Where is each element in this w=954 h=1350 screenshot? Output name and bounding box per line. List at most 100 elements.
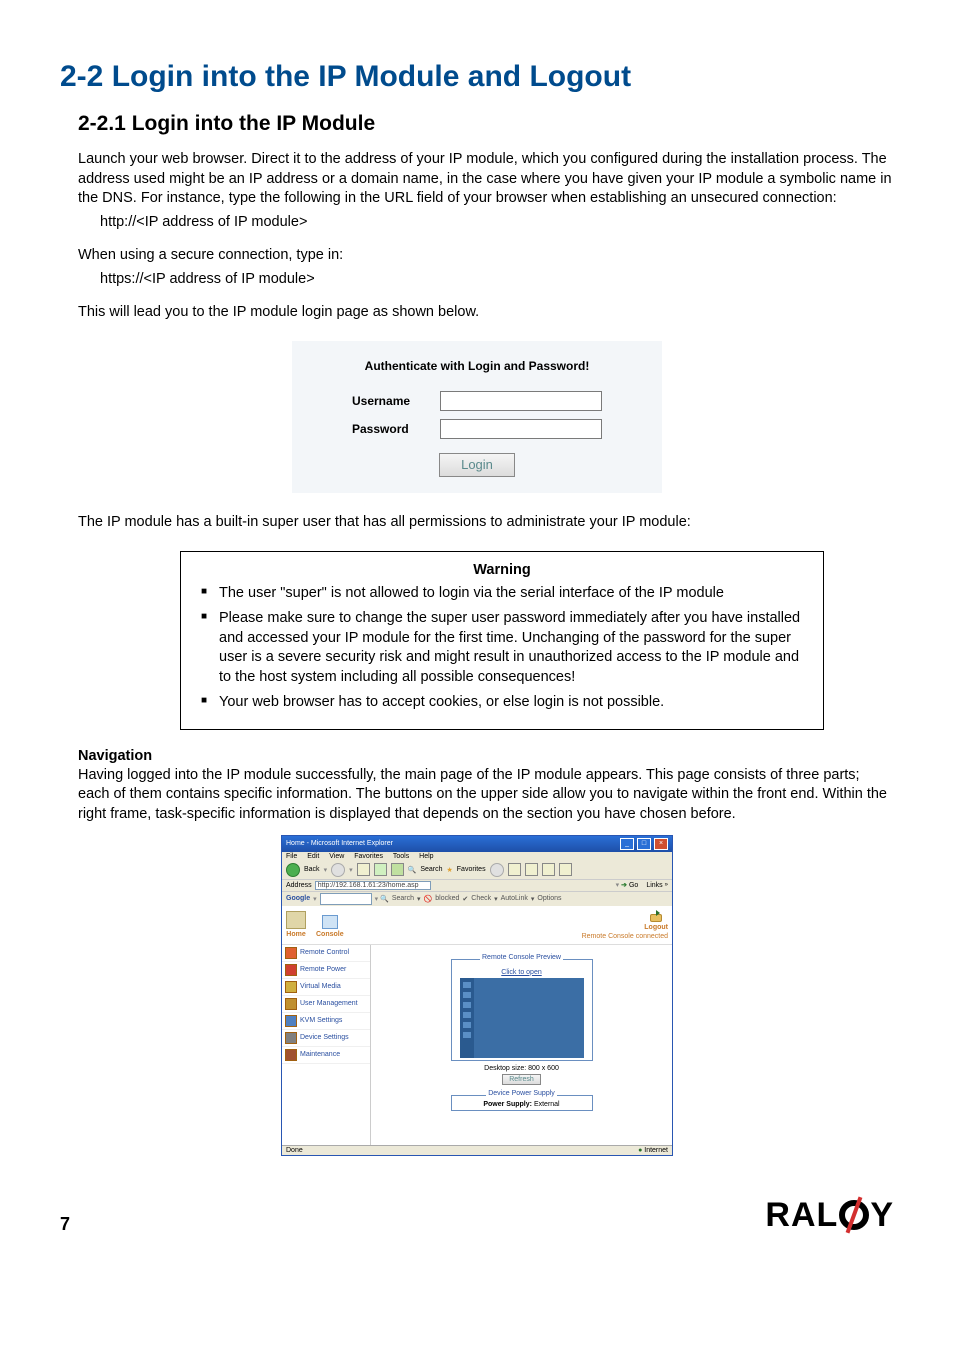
forward-icon[interactable] <box>331 863 345 877</box>
logo-text-post: Y <box>870 1196 894 1235</box>
warning-box: Warning The user "super" is not allowed … <box>180 551 824 730</box>
sidebar-user-management[interactable]: User Management <box>282 996 370 1013</box>
google-search-input[interactable] <box>320 893 372 905</box>
password-label: Password <box>352 422 432 436</box>
kvm-settings-icon <box>285 1015 297 1027</box>
sidebar-maintenance[interactable]: Maintenance <box>282 1047 370 1064</box>
subsection-heading: 2-2.1 Login into the IP Module <box>78 112 894 136</box>
desktop-size: Desktop size: 800 x 600 <box>379 1065 664 1072</box>
main-page-screenshot: Home - Microsoft Internet Explorer _ □ ×… <box>281 835 673 1156</box>
paragraph-2: When using a secure connection, type in: <box>78 246 894 266</box>
stop-icon[interactable] <box>357 863 370 876</box>
power-supply-title: Device Power Supply <box>486 1090 557 1097</box>
warning-item-3: Your web browser has to accept cookies, … <box>199 693 805 713</box>
menu-favorites[interactable]: Favorites <box>354 853 383 860</box>
login-button[interactable]: Login <box>439 453 515 477</box>
google-toolbar: Google ▾ ▾ 🔍Search ▾ 🚫blocked ✔Check ▾ A… <box>282 891 672 906</box>
warning-item-1: The user "super" is not allowed to login… <box>199 584 805 604</box>
address-label: Address <box>286 882 312 889</box>
status-left: Done <box>286 1147 303 1154</box>
paragraph-4: The IP module has a built-in super user … <box>78 513 894 533</box>
toolbar-favorites[interactable]: Favorites <box>457 866 486 873</box>
address-input[interactable]: http://192.168.1.61:23/home.asp <box>315 881 431 890</box>
window-title: Home - Microsoft Internet Explorer <box>286 840 393 847</box>
menu-edit[interactable]: Edit <box>307 853 319 860</box>
sidebar-kvm-settings[interactable]: KVM Settings <box>282 1013 370 1030</box>
warning-title: Warning <box>199 562 805 578</box>
refresh-button[interactable]: Refresh <box>502 1074 541 1085</box>
menu-help[interactable]: Help <box>419 853 433 860</box>
login-title: Authenticate with Login and Password! <box>292 359 662 373</box>
mail-icon[interactable] <box>508 863 521 876</box>
google-search[interactable]: Search <box>392 895 414 902</box>
window-controls: _ □ × <box>619 838 668 850</box>
menu-tools[interactable]: Tools <box>393 853 409 860</box>
username-input[interactable] <box>440 391 602 411</box>
preview-link[interactable]: Click to open <box>452 969 592 976</box>
power-supply-value: External <box>534 1101 560 1108</box>
sidebar-remote-control[interactable]: Remote Control <box>282 945 370 962</box>
power-supply-label: Power Supply: <box>483 1101 532 1108</box>
connection-status: Remote Console connected <box>582 933 668 940</box>
google-label: Google <box>286 895 310 902</box>
console-label: Console <box>316 931 344 938</box>
window-titlebar: Home - Microsoft Internet Explorer _ □ × <box>282 836 672 852</box>
logout-icon[interactable] <box>649 910 663 922</box>
go-icon[interactable]: ➔ <box>621 881 627 889</box>
status-bar: Done ● Internet <box>282 1145 672 1155</box>
paragraph-1: Launch your web browser. Direct it to th… <box>78 150 894 209</box>
home-label: Home <box>286 931 305 938</box>
page-footer: 7 RAL Y <box>60 1196 894 1235</box>
google-options[interactable]: Options <box>537 895 561 902</box>
login-screenshot: Authenticate with Login and Password! Us… <box>292 341 662 493</box>
address-bar: Address http://192.168.1.61:23/home.asp … <box>282 879 672 891</box>
menu-bar: File Edit View Favorites Tools Help <box>282 852 672 861</box>
remote-control-icon <box>285 947 297 959</box>
console-icon[interactable] <box>322 915 338 929</box>
go-label: Go <box>629 882 638 889</box>
print-icon[interactable] <box>525 863 538 876</box>
navigation-heading: Navigation <box>78 748 894 764</box>
warning-item-2: Please make sure to change the super use… <box>199 609 805 687</box>
app-topbar: Home Console Logout Remote Console conne… <box>282 906 672 945</box>
close-icon[interactable]: × <box>654 838 668 850</box>
minimize-icon[interactable]: _ <box>620 838 634 850</box>
toolbar-search[interactable]: Search <box>420 866 442 873</box>
preview-thumbnail[interactable] <box>460 978 584 1058</box>
device-settings-icon <box>285 1032 297 1044</box>
back-label: Back <box>304 866 320 873</box>
raloy-logo: RAL Y <box>765 1196 894 1235</box>
section-heading: 2-2 Login into the IP Module and Logout <box>60 60 894 94</box>
google-check[interactable]: Check <box>471 895 491 902</box>
paragraph-3: This will lead you to the IP module logi… <box>78 303 894 323</box>
back-icon[interactable] <box>286 863 300 877</box>
refresh-icon[interactable] <box>374 863 387 876</box>
history-icon[interactable] <box>490 863 504 877</box>
sidebar: Remote Control Remote Power Virtual Medi… <box>282 945 371 1145</box>
main-panel: Remote Console Preview Click to open Des… <box>371 945 672 1145</box>
home-icon[interactable] <box>391 863 404 876</box>
logo-text-pre: RAL <box>765 1196 838 1235</box>
power-supply-frame: Device Power Supply Power Supply: Extern… <box>451 1095 593 1111</box>
maximize-icon[interactable]: □ <box>637 838 651 850</box>
sidebar-remote-power[interactable]: Remote Power <box>282 962 370 979</box>
home-icon[interactable] <box>286 911 306 929</box>
virtual-media-icon <box>285 981 297 993</box>
sidebar-virtual-media[interactable]: Virtual Media <box>282 979 370 996</box>
edit-icon[interactable] <box>542 863 555 876</box>
links-label[interactable]: Links <box>646 882 662 889</box>
paragraph-1-url: http://<IP address of IP module> <box>100 213 894 233</box>
menu-file[interactable]: File <box>286 853 297 860</box>
logout-label: Logout <box>644 924 668 931</box>
password-input[interactable] <box>440 419 602 439</box>
username-label: Username <box>352 394 432 408</box>
google-autolink[interactable]: AutoLink <box>501 895 528 902</box>
internet-icon: ● <box>638 1147 642 1154</box>
navigation-body: Having logged into the IP module success… <box>78 766 894 825</box>
sidebar-device-settings[interactable]: Device Settings <box>282 1030 370 1047</box>
remote-power-icon <box>285 964 297 976</box>
google-blocked[interactable]: blocked <box>435 895 459 902</box>
discuss-icon[interactable] <box>559 863 572 876</box>
menu-view[interactable]: View <box>329 853 344 860</box>
remote-console-preview: Remote Console Preview Click to open <box>451 959 593 1061</box>
